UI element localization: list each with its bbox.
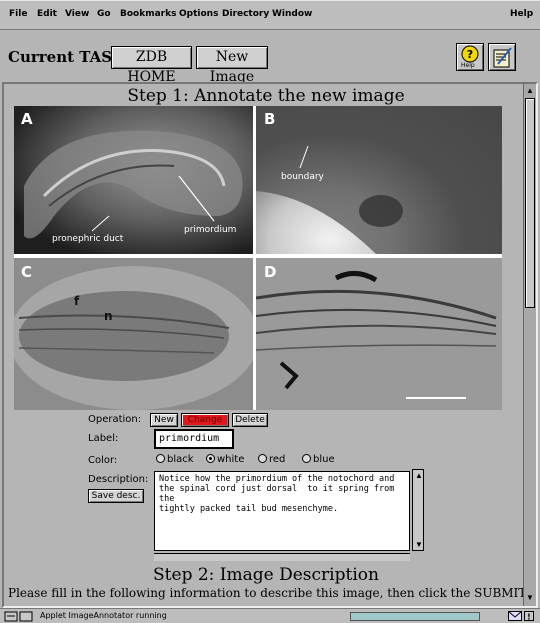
page-scrollbar[interactable]: ▲ ▼	[523, 84, 536, 606]
description-label: Description:	[88, 474, 149, 485]
label-label: Label:	[88, 433, 119, 444]
zdb-home-button[interactable]: ZDB HOME	[111, 46, 192, 85]
annotation-boundary[interactable]: boundary	[281, 172, 324, 182]
status-text: Applet ImageAnnotator running	[40, 611, 167, 620]
panel-letter-d: D	[264, 263, 277, 281]
step2-title: Step 2: Image Description	[153, 565, 379, 585]
color-label: Color:	[88, 455, 118, 466]
mail-icon[interactable]	[508, 611, 522, 621]
scroll-up-icon[interactable]: ▲	[525, 85, 535, 96]
svg-text:?: ?	[467, 48, 473, 61]
scroll-up-icon[interactable]: ▲	[414, 470, 424, 481]
menu-bar: File Edit View Go Bookmarks Options Dire…	[0, 0, 540, 30]
menu-view[interactable]: View	[65, 9, 89, 19]
op-delete-button[interactable]: Delete	[232, 413, 268, 427]
radio-dot	[156, 454, 165, 463]
annotation-f[interactable]: f	[74, 294, 79, 308]
status-bar: Applet ImageAnnotator running !	[0, 608, 540, 623]
radio-dot	[302, 454, 311, 463]
description-scrollbar[interactable]: ▲ ▼	[412, 469, 424, 551]
menu-edit[interactable]: Edit	[37, 9, 57, 19]
label-input[interactable]: primordium	[154, 429, 234, 449]
step1-title: Step 1: Annotate the new image	[127, 86, 405, 106]
color-radio-black[interactable]: black	[156, 454, 194, 465]
op-change-button[interactable]: Change	[181, 413, 229, 427]
help-button[interactable]: ? Help	[456, 43, 484, 71]
annotation-n[interactable]: n	[104, 309, 113, 323]
notes-button[interactable]	[488, 43, 516, 71]
menu-go[interactable]: Go	[97, 9, 111, 19]
color-radio-group: black white red blue	[156, 454, 396, 466]
svg-text:!: !	[527, 613, 531, 622]
panel-d: D	[256, 258, 502, 410]
applet-content: Step 1: Annotate the new image A proneph…	[8, 86, 524, 604]
new-image-button[interactable]: New Image	[196, 46, 268, 85]
tail-section-shape	[14, 266, 253, 410]
menu-bookmarks[interactable]: Bookmarks	[120, 9, 176, 19]
notochord-closeup-shape	[256, 258, 502, 410]
panel-letter-c: C	[21, 263, 33, 281]
panel-c: C f n	[14, 258, 253, 410]
alert-icon[interactable]: !	[524, 611, 534, 621]
description-textarea[interactable]: Notice how the primordium of the notocho…	[154, 471, 410, 551]
menu-help[interactable]: Help	[510, 9, 533, 19]
panel-a: A pronephric duct primordium	[14, 106, 253, 254]
panel-letter-b: B	[264, 110, 276, 128]
help-icon-label: Help	[461, 62, 475, 69]
progress-bar	[350, 612, 480, 621]
scroll-down-icon[interactable]: ▼	[414, 539, 424, 550]
annotation-pronephric-duct[interactable]: pronephric duct	[52, 234, 123, 244]
notepad-pencil-icon	[493, 47, 512, 68]
scroll-down-icon[interactable]: ▼	[525, 592, 535, 603]
menu-file[interactable]: File	[9, 9, 27, 19]
panel-b: B boundary	[256, 106, 502, 254]
color-radio-red[interactable]: red	[258, 454, 285, 465]
save-desc-button[interactable]: Save desc.	[88, 489, 144, 503]
op-new-button[interactable]: New	[150, 413, 178, 427]
menu-directory[interactable]: Directory	[222, 9, 269, 19]
menu-options[interactable]: Options	[179, 9, 218, 19]
color-radio-white[interactable]: white	[206, 454, 244, 465]
scrollbar-thumb[interactable]	[525, 98, 535, 308]
annotation-primordium[interactable]: primordium	[184, 225, 236, 235]
step2-instructions: Please fill in the following information…	[8, 586, 524, 600]
operation-label: Operation:	[88, 414, 142, 425]
panel-letter-a: A	[21, 110, 33, 128]
menu-window[interactable]: Window	[272, 9, 312, 19]
color-radio-blue[interactable]: blue	[302, 454, 335, 465]
annotated-image[interactable]: A pronephric duct primordium B boundary	[14, 106, 502, 410]
description-hscrollbar[interactable]	[154, 553, 410, 561]
security-key-icon	[4, 611, 33, 622]
radio-dot	[258, 454, 267, 463]
task-bar: Current TASK: ZDB HOME New Image ? Help	[0, 31, 540, 85]
radio-dot-selected	[206, 454, 215, 463]
